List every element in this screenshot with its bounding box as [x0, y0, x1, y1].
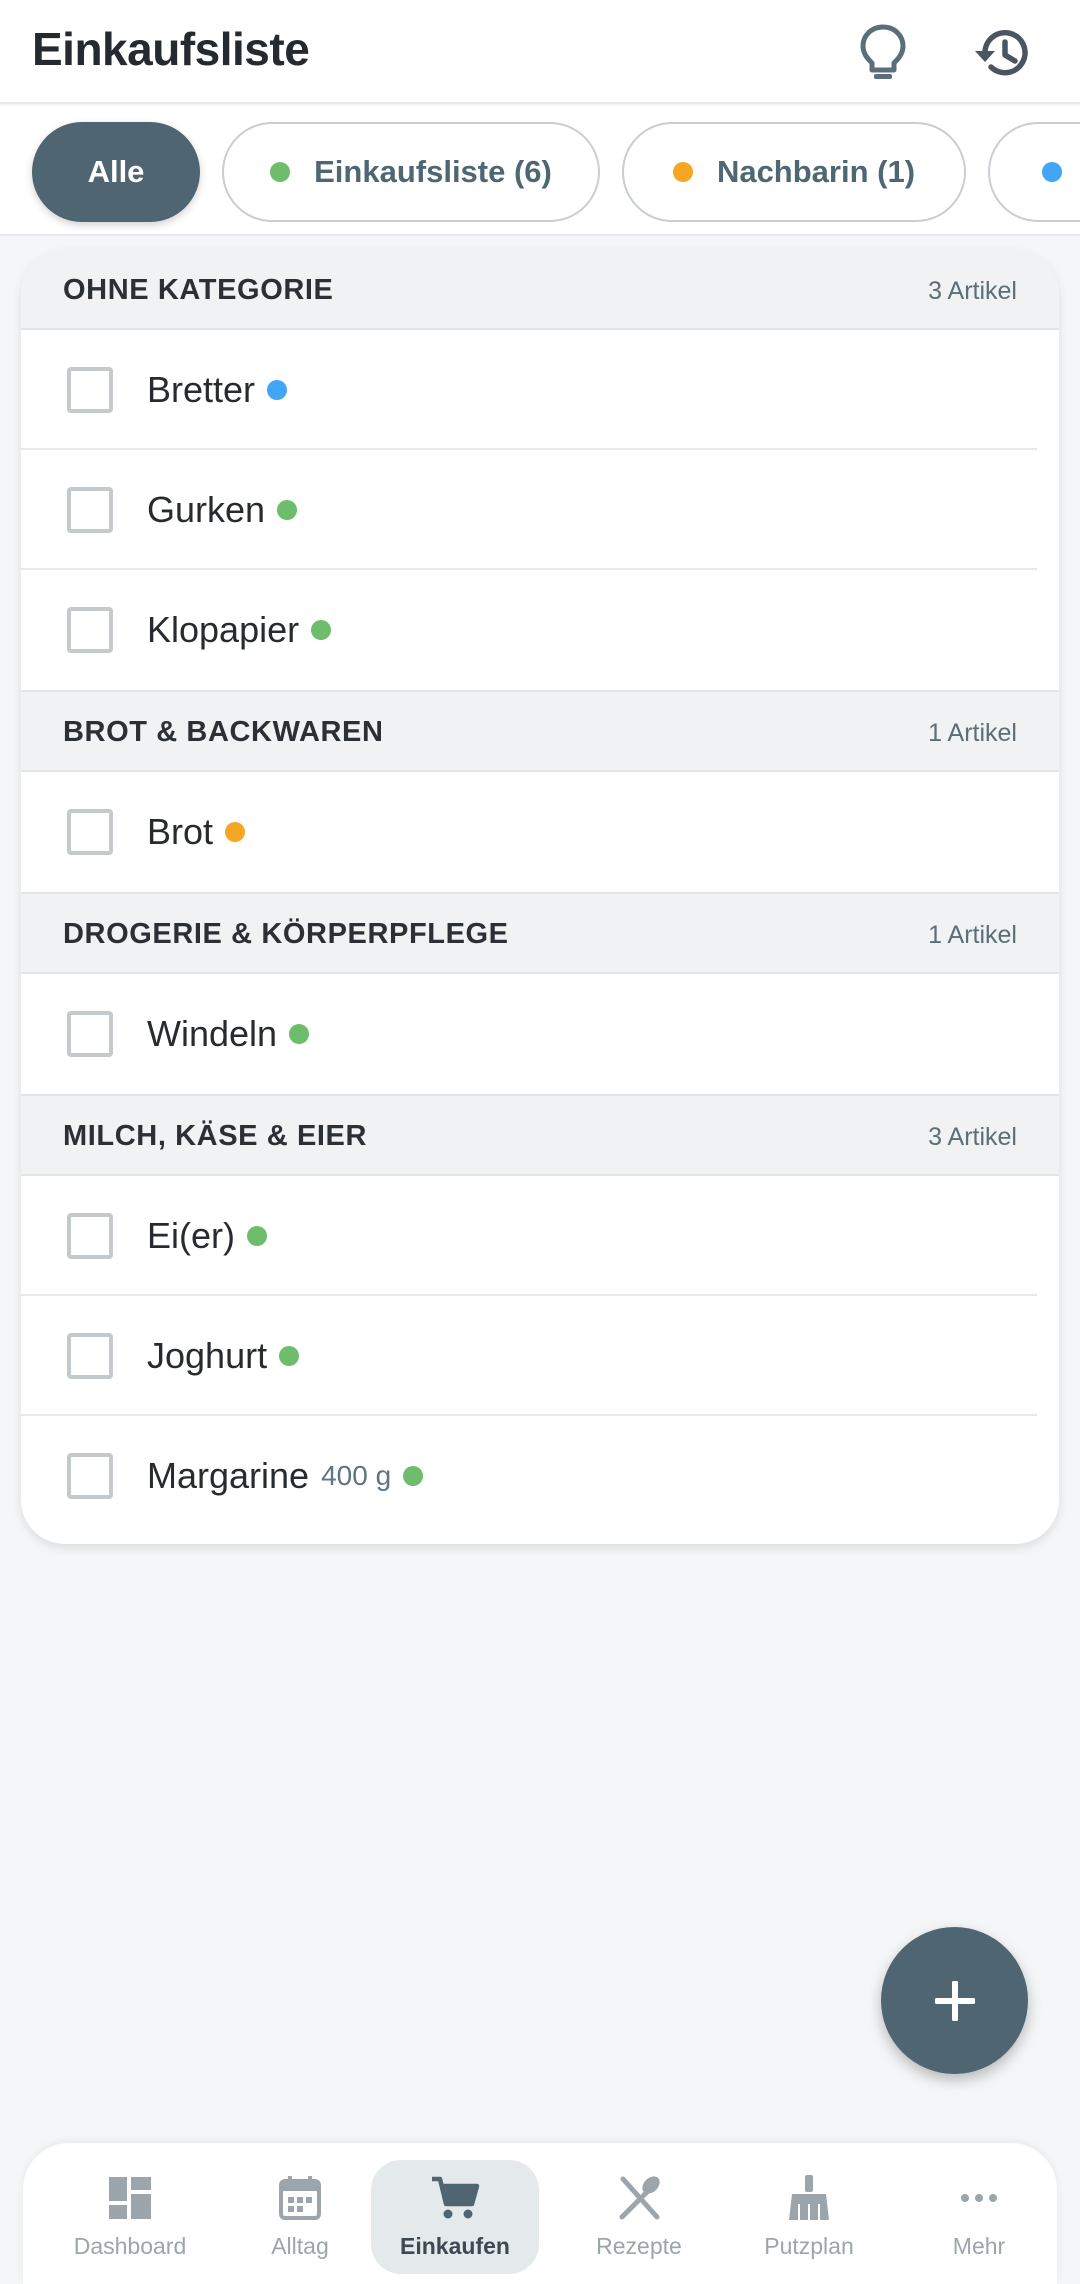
- list-item[interactable]: Bretter: [21, 330, 1059, 450]
- nav-dashboard[interactable]: Dashboard: [46, 2160, 214, 2274]
- chip-more[interactable]: [988, 122, 1080, 222]
- item-label: Ei(er): [147, 1215, 235, 1256]
- list-color-dot: [403, 1466, 424, 1486]
- list-color-dot: [277, 500, 298, 520]
- list-color-dot: [267, 380, 288, 400]
- nav-label: Rezepte: [596, 2233, 682, 2259]
- item-checkbox[interactable]: [67, 1453, 113, 1499]
- list-item[interactable]: Gurken: [21, 450, 1059, 570]
- item-checkbox[interactable]: [67, 1011, 113, 1057]
- list-color-dot: [225, 822, 246, 842]
- chip-color-dot: [1042, 162, 1062, 182]
- chip-color-dot: [270, 162, 291, 182]
- item-checkbox[interactable]: [67, 1333, 113, 1379]
- item-checkbox[interactable]: [67, 809, 113, 855]
- list-item[interactable]: Ei(er): [21, 1176, 1059, 1296]
- section-count: 3 Artikel: [928, 1123, 1017, 1151]
- section-title: MILCH, KÄSE & EIER: [63, 1120, 368, 1152]
- item-label: Margarine: [147, 1455, 310, 1496]
- item-checkbox[interactable]: [67, 607, 113, 653]
- page-title: Einkaufsliste: [32, 23, 310, 75]
- broom-icon: [789, 2175, 829, 2220]
- item-quantity: 400 g: [321, 1460, 392, 1491]
- shopping-list-card: OHNE KATEGORIE 3 Artikel Bretter Gurken …: [21, 250, 1059, 1544]
- nav-mehr[interactable]: Mehr: [895, 2160, 1063, 2274]
- calendar-icon: [279, 2176, 321, 2220]
- more-icon: [961, 2194, 997, 2202]
- section-count: 1 Artikel: [928, 719, 1017, 747]
- section-title: BROT & BACKWAREN: [63, 716, 384, 748]
- list-item[interactable]: Brot: [21, 772, 1059, 892]
- list-color-dot: [311, 620, 332, 640]
- dashboard-icon: [109, 2177, 151, 2219]
- nav-label: Alltag: [271, 2233, 329, 2259]
- section-count: 3 Artikel: [928, 277, 1017, 305]
- section-count: 1 Artikel: [928, 921, 1017, 949]
- list-color-dot: [279, 1346, 300, 1366]
- section-header: OHNE KATEGORIE 3 Artikel: [21, 250, 1059, 330]
- bottom-navigation: Dashboard Alltag Einkaufen Rezepte Putzp…: [23, 2143, 1057, 2284]
- filter-chips: Alle Einkaufsliste (6) Nachbarin (1): [0, 106, 1080, 236]
- cart-icon: [432, 2176, 480, 2219]
- app-header: Einkaufsliste: [0, 0, 1080, 104]
- nav-putzplan[interactable]: Putzplan: [725, 2160, 893, 2274]
- chip-einkaufsliste[interactable]: Einkaufsliste (6): [222, 122, 600, 222]
- list-item[interactable]: Windeln: [21, 974, 1059, 1094]
- nav-alltag[interactable]: Alltag: [216, 2160, 384, 2274]
- utensils-icon: [619, 2176, 660, 2220]
- chip-label: Alle: [87, 154, 145, 189]
- item-label: Gurken: [147, 489, 266, 530]
- section-header: DROGERIE & KÖRPERPFLEGE 1 Artikel: [21, 894, 1059, 974]
- nav-label: Mehr: [952, 2233, 1006, 2259]
- section-header: MILCH, KÄSE & EIER 3 Artikel: [21, 1096, 1059, 1176]
- lightbulb-icon[interactable]: [848, 18, 918, 88]
- history-icon[interactable]: [968, 18, 1038, 88]
- list-item[interactable]: Joghurt: [21, 1296, 1059, 1416]
- plus-icon: [934, 1980, 975, 2021]
- list-item[interactable]: Margarine 400 g: [21, 1416, 1059, 1536]
- chip-label: Einkaufsliste (6): [314, 154, 552, 189]
- list-color-dot: [247, 1226, 267, 1246]
- nav-label: Dashboard: [73, 2233, 187, 2259]
- item-label: Klopapier: [147, 609, 300, 650]
- nav-label: Putzplan: [764, 2233, 854, 2259]
- nav-einkaufen[interactable]: Einkaufen: [371, 2160, 539, 2274]
- list-item[interactable]: Klopapier: [21, 570, 1059, 690]
- section-header: BROT & BACKWAREN 1 Artikel: [21, 692, 1059, 772]
- nav-rezepte[interactable]: Rezepte: [555, 2160, 723, 2274]
- section-title: OHNE KATEGORIE: [63, 274, 334, 306]
- item-checkbox[interactable]: [67, 1213, 113, 1259]
- chip-alle[interactable]: Alle: [32, 122, 200, 222]
- section-title: DROGERIE & KÖRPERPFLEGE: [63, 918, 509, 950]
- chip-color-dot: [672, 162, 693, 182]
- add-item-button[interactable]: [881, 1927, 1028, 2074]
- chip-label: Nachbarin (1): [716, 154, 916, 189]
- list-color-dot: [289, 1024, 310, 1044]
- item-checkbox[interactable]: [67, 367, 113, 413]
- item-label: Brot: [147, 811, 214, 852]
- chip-nachbarin[interactable]: Nachbarin (1): [622, 122, 966, 222]
- nav-label: Einkaufen: [400, 2233, 510, 2259]
- item-checkbox[interactable]: [67, 487, 113, 533]
- item-label: Windeln: [147, 1013, 278, 1054]
- item-label: Bretter: [147, 369, 256, 410]
- item-label: Joghurt: [147, 1335, 268, 1376]
